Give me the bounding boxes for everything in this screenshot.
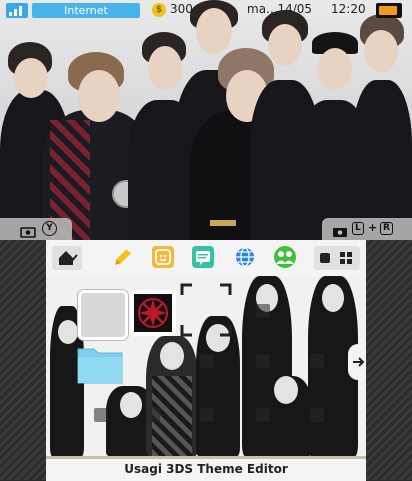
camera-shortcut-left[interactable]: Y <box>0 218 72 240</box>
empty-slot[interactable] <box>256 408 270 422</box>
theme-editor-logo-icon <box>134 294 172 332</box>
coin-count: 300 <box>170 2 193 16</box>
friends-button[interactable] <box>274 246 296 268</box>
y-button-label: Y <box>42 221 57 236</box>
grid-icon <box>340 252 352 264</box>
browser-button[interactable] <box>234 246 256 268</box>
r-button-label: R <box>380 222 393 235</box>
empty-slot[interactable] <box>200 354 214 368</box>
pencil-button[interactable] <box>112 246 134 268</box>
date-display: ma., 14/05 <box>247 2 313 16</box>
status-bar: Internet $ 300 ma., 14/05 12:20 <box>0 0 412 22</box>
time-display: 12:20 <box>331 2 366 16</box>
bottom-frame-right <box>366 240 412 480</box>
miiverse-face-icon <box>155 249 171 265</box>
folder-icon[interactable] <box>76 343 124 385</box>
photo-figure <box>146 336 198 456</box>
photo-figure <box>196 316 240 456</box>
pencil-icon <box>115 249 131 265</box>
empty-slot[interactable] <box>94 408 108 422</box>
scroll-right-button[interactable] <box>348 344 366 380</box>
home-toolbar <box>46 240 366 276</box>
arrow-right-icon <box>353 357 365 367</box>
connection-status: Internet <box>32 3 140 18</box>
selected-app-icon[interactable] <box>130 290 176 336</box>
app-title-bar: Usagi 3DS Theme Editor <box>46 456 366 481</box>
notes-button[interactable] <box>192 246 214 268</box>
friends-icon <box>276 251 294 264</box>
empty-slot[interactable] <box>200 408 214 422</box>
view-toggle-icon <box>320 253 330 263</box>
notes-icon <box>196 251 210 265</box>
selection-cursor-icon <box>180 283 232 337</box>
bottom-frame-left <box>0 240 46 480</box>
play-coin-icon: $ <box>152 3 166 17</box>
plus-label: + <box>368 221 378 234</box>
empty-slot[interactable] <box>146 408 160 422</box>
photo-figure <box>352 10 412 240</box>
empty-slot[interactable] <box>310 408 324 422</box>
app-icon-slot[interactable] <box>78 290 128 340</box>
home-settings-icon <box>59 251 78 265</box>
l-button-label: L <box>352 222 364 235</box>
empty-slot[interactable] <box>256 354 270 368</box>
top-screen-wallpaper <box>0 0 412 240</box>
title-bar-accent <box>46 456 366 459</box>
home-settings-button[interactable] <box>52 246 82 270</box>
camera-shortcut-right[interactable]: L + R <box>322 218 412 240</box>
empty-slot[interactable] <box>256 304 270 318</box>
globe-icon <box>236 247 254 267</box>
empty-slot[interactable] <box>310 354 324 368</box>
miiverse-button[interactable] <box>152 246 174 268</box>
view-options-button[interactable] <box>314 246 360 270</box>
battery-icon <box>376 3 402 18</box>
wifi-signal-icon <box>6 3 28 18</box>
